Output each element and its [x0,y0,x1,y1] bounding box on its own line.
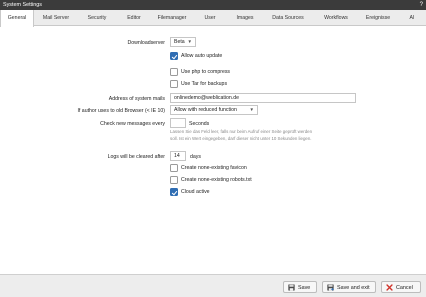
use-php-compress-label: Use php to compress [181,69,231,75]
system-mails-input[interactable]: onlinedemo@weblication.de [170,93,356,103]
downloadserver-select[interactable]: Beta ▼ [170,37,196,47]
tab-user[interactable]: User [192,10,228,26]
system-settings-window: System Settings ? General Mail Server Se… [0,0,426,297]
checkbox-unchecked-icon [170,80,178,88]
tab-ai[interactable]: AI [398,10,426,26]
save-button-label: Save [298,284,311,291]
downloadserver-value: Beta [174,39,185,45]
tab-data-sources[interactable]: Data Sources [262,10,314,26]
cloud-active-label: Cloud active [181,189,210,195]
chevron-down-icon: ▼ [187,39,192,44]
tab-filemanager[interactable]: Filemanager [152,10,192,26]
check-messages-hint-line2: soll. Ist ein Wert eingegeben, darf dies… [170,135,312,141]
title-bar: System Settings ? [0,0,426,10]
check-messages-label: Check new messages every [100,121,165,127]
old-browser-label: If author uses to old Browser (< IE 10) [77,108,165,114]
downloadserver-label: Downloadserver [127,40,165,46]
use-tar-backups-label: Use Tar for backups [181,81,228,87]
help-button[interactable]: ? [420,2,423,8]
tab-ereignisse[interactable]: Ereignisse [358,10,398,26]
logs-cleared-unit: days [190,154,201,160]
footer-bar: Save Save and exit Cancel [0,274,426,297]
cloud-active-checkbox[interactable]: Cloud active [170,188,230,197]
cancel-button[interactable]: Cancel [381,281,421,293]
tab-security[interactable]: Security [78,10,116,26]
cancel-button-label: Cancel [396,284,413,291]
save-and-exit-button[interactable]: Save and exit [322,281,376,293]
logs-cleared-input[interactable]: 14 [170,151,186,161]
tab-workflows[interactable]: Workflows [314,10,358,26]
window-title: System Settings [3,2,42,8]
old-browser-value: Allow with reduced function [174,107,237,113]
checkbox-unchecked-icon [170,164,178,172]
check-messages-input[interactable] [170,118,186,128]
create-robots-checkbox[interactable]: Create none-existing robots.txt [170,176,270,185]
close-icon [386,284,393,291]
create-favicon-checkbox[interactable]: Create none-existing favicon [170,164,270,173]
floppy-disk-icon [288,284,295,291]
checkbox-unchecked-icon [170,68,178,76]
create-favicon-label: Create none-existing favicon [181,165,247,171]
checkbox-checked-icon [170,52,178,60]
save-button[interactable]: Save [283,281,317,293]
old-browser-select[interactable]: Allow with reduced function ▼ [170,105,258,115]
allow-auto-update-checkbox[interactable]: Allow auto update [170,52,250,61]
floppy-disk-exit-icon [327,284,334,291]
check-messages-unit: Seconds [189,121,210,127]
use-php-compress-checkbox[interactable]: Use php to compress [170,68,250,77]
allow-auto-update-label: Allow auto update [181,53,223,59]
tab-general[interactable]: General [0,10,34,27]
settings-form: Downloadserver Beta ▼ Allow auto update … [0,27,426,274]
save-and-exit-label: Save and exit [337,284,370,291]
tab-bar: General Mail Server Security Editor File… [0,10,426,27]
system-mails-label: Address of system mails [108,96,165,102]
tab-mail-server[interactable]: Mail Server [34,10,78,26]
checkbox-checked-icon [170,188,178,196]
checkbox-unchecked-icon [170,176,178,184]
tab-images[interactable]: Images [228,10,262,26]
create-robots-label: Create none-existing robots.txt [181,177,252,183]
tab-editor[interactable]: Editor [116,10,152,26]
use-tar-backups-checkbox[interactable]: Use Tar for backups [170,80,250,89]
chevron-down-icon: ▼ [249,107,254,112]
logs-cleared-label: Logs will be cleared after [107,154,165,160]
